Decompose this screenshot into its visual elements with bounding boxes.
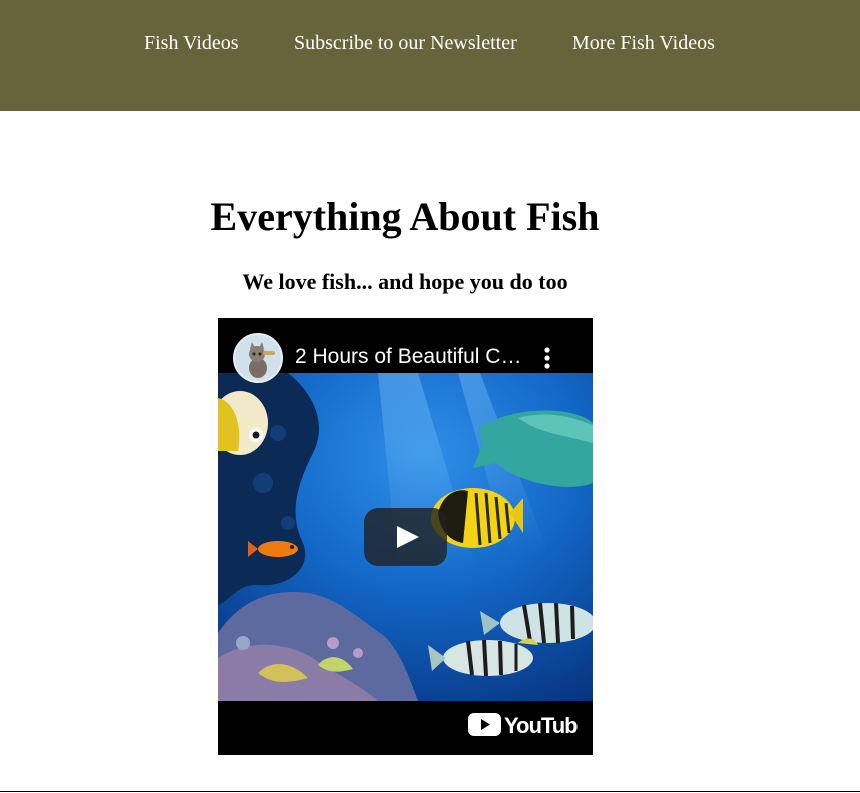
more-vert-icon[interactable] xyxy=(536,346,558,372)
youtube-logo-text: YouTube xyxy=(504,713,578,738)
page-title: Everything About Fish xyxy=(210,194,600,239)
video-title[interactable]: 2 Hours of Beautiful Coral Reef Fish xyxy=(295,343,525,371)
youtube-logo-icon[interactable]: YouTube xyxy=(468,710,590,738)
nav-link-subscribe-newsletter[interactable]: Subscribe to our Newsletter xyxy=(294,30,517,56)
nav-link-more-fish-videos[interactable]: More Fish Videos xyxy=(572,30,715,56)
top-nav-bar: Fish Videos Subscribe to our Newsletter … xyxy=(0,0,860,111)
channel-avatar-icon[interactable] xyxy=(233,333,283,383)
youtube-video-embed[interactable]: 2 Hours of Beautiful Coral Reef Fish You… xyxy=(218,318,593,755)
bottom-divider xyxy=(0,791,860,792)
play-button[interactable] xyxy=(364,508,447,566)
nav-link-fish-videos[interactable]: Fish Videos xyxy=(144,30,239,56)
page-subtitle: We love fish... and hope you do too xyxy=(242,269,568,294)
